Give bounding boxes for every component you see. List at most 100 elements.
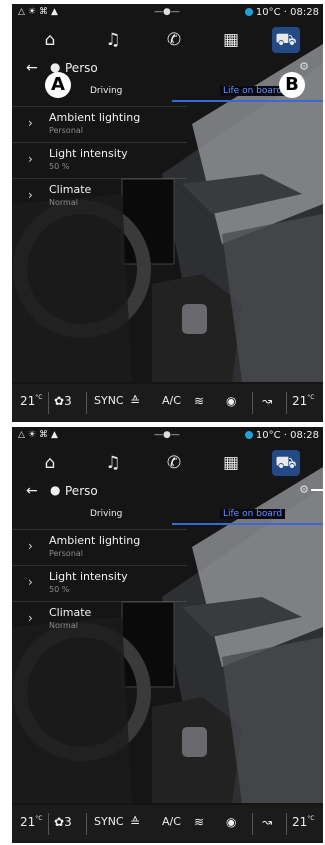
menu-item-value: Normal — [49, 198, 78, 207]
steering-heat-icon[interactable]: ◉ — [226, 394, 236, 408]
menu-item-value: Personal — [49, 549, 84, 558]
divider — [252, 392, 253, 414]
settings-menu: › Ambient lighting Personal › Light inte… — [12, 106, 187, 214]
menu-item-light-intensity[interactable]: › Light intensity 50 % — [12, 142, 187, 178]
home-icon[interactable]: ⌂ — [36, 450, 64, 476]
phone-icon[interactable]: ✆ — [160, 27, 188, 53]
clock: 08:28 — [290, 430, 319, 441]
tab-driving[interactable]: Driving — [90, 509, 122, 519]
gear-icon[interactable]: ⚙ — [299, 483, 309, 496]
chevron-right-icon: › — [28, 575, 33, 589]
sync-button[interactable]: SYNC — [94, 815, 124, 828]
menu-item-label: Ambient lighting — [49, 111, 141, 124]
fan-speed[interactable]: ✿3 — [54, 394, 72, 408]
person-icon: ● — [50, 483, 61, 497]
menu-item-value: 50 % — [49, 162, 70, 171]
car-icon[interactable]: ⛟ — [272, 450, 300, 476]
airflow-icon[interactable]: ↝ — [262, 815, 272, 829]
ac-button[interactable]: A/C — [162, 815, 181, 828]
tab-bar: Driving Life on board — [12, 509, 323, 529]
chevron-right-icon: › — [28, 539, 33, 553]
menu-item-label: Climate — [49, 606, 92, 619]
home-icon[interactable]: ⌂ — [36, 27, 64, 53]
menu-item-label: Light intensity — [49, 570, 128, 583]
callout-a: A — [45, 72, 71, 98]
divider — [48, 813, 49, 835]
tab-life-on-board[interactable]: Life on board — [220, 86, 286, 96]
chevron-right-icon: › — [28, 188, 33, 202]
infotainment-screen-bottom: △☀⌘▲ —●— 10°C · 08:28 ⌂ ♫ ✆ ▦ ⛟ ← ● Pers… — [12, 427, 323, 843]
rear-defrost-icon[interactable]: ≙ — [130, 394, 140, 408]
airflow-icon[interactable]: ↝ — [262, 394, 272, 408]
active-tab-indicator — [172, 523, 323, 525]
menu-item-value: 50 % — [49, 585, 70, 594]
header: ← ● Perso ⚙ — [12, 481, 323, 505]
outside-temperature: 10°C — [255, 7, 281, 18]
car-icon[interactable]: ⛟ — [272, 27, 300, 53]
menu-item-climate[interactable]: › Climate Normal — [12, 178, 187, 214]
divider — [86, 813, 87, 835]
menu-item-ambient-lighting[interactable]: › Ambient lighting Personal — [12, 106, 187, 142]
chevron-right-icon: › — [28, 116, 33, 130]
status-icons: △☀⌘▲ — [18, 7, 61, 17]
callout-b: B — [279, 72, 305, 98]
status-icons: △☀⌘▲ — [18, 430, 61, 440]
climate-bar: 21°C ✿3 SYNC ≙ A/C ≋ ◉ ↝ 21°C — [12, 384, 323, 422]
apps-icon[interactable]: ▦ — [217, 450, 245, 476]
settings-menu: › Ambient lighting Personal › Light inte… — [12, 529, 187, 637]
status-right: 10°C · 08:28 — [244, 430, 319, 441]
chevron-right-icon: › — [28, 152, 33, 166]
weather-icon — [244, 8, 253, 16]
divider — [86, 392, 87, 414]
infotainment-screen-top: △☀⌘▲ —●— 10°C · 08:28 ⌂ ♫ ✆ ▦ ⛟ ← ● Pers… — [12, 4, 323, 422]
ac-button[interactable]: A/C — [162, 394, 181, 407]
temperature-left[interactable]: 21°C — [20, 394, 42, 408]
rear-defrost-icon[interactable]: ≙ — [130, 815, 140, 829]
fan-speed[interactable]: ✿3 — [54, 815, 72, 829]
active-tab-indicator — [172, 100, 323, 102]
divider — [286, 813, 287, 835]
outside-temperature: 10°C — [255, 430, 281, 441]
divider — [252, 813, 253, 835]
climate-bar: 21°C ✿3 SYNC ≙ A/C ≋ ◉ ↝ 21°C — [12, 805, 323, 843]
weather-icon — [244, 431, 253, 439]
page-indicator: —●— — [154, 430, 180, 440]
music-icon[interactable]: ♫ — [99, 27, 127, 53]
gear-icon[interactable]: ⚙ — [299, 60, 309, 73]
menu-item-climate[interactable]: › Climate Normal — [12, 601, 187, 637]
divider — [48, 392, 49, 414]
divider — [286, 392, 287, 414]
main-nav: ⌂ ♫ ✆ ▦ ⛟ — [12, 24, 323, 56]
menu-item-label: Ambient lighting — [49, 534, 141, 547]
menu-item-light-intensity[interactable]: › Light intensity 50 % — [12, 565, 187, 601]
main-nav: ⌂ ♫ ✆ ▦ ⛟ — [12, 447, 323, 479]
temperature-right[interactable]: 21°C — [292, 815, 314, 829]
music-icon[interactable]: ♫ — [99, 450, 127, 476]
back-arrow-icon[interactable]: ← — [26, 483, 38, 499]
seat-heating-icon[interactable]: ≋ — [194, 815, 204, 829]
tab-driving[interactable]: Driving — [90, 86, 122, 96]
drawer-handle[interactable] — [311, 489, 323, 491]
steering-heat-icon[interactable]: ◉ — [226, 815, 236, 829]
seat-heating-icon[interactable]: ≋ — [194, 394, 204, 408]
menu-item-label: Light intensity — [49, 147, 128, 160]
status-bar: △☀⌘▲ —●— 10°C · 08:28 — [12, 4, 323, 22]
back-arrow-icon[interactable]: ← — [26, 60, 38, 76]
temperature-right[interactable]: 21°C — [292, 394, 314, 408]
menu-item-value: Personal — [49, 126, 84, 135]
apps-icon[interactable]: ▦ — [217, 27, 245, 53]
page-title: Perso — [65, 61, 98, 75]
menu-item-label: Climate — [49, 183, 92, 196]
tab-life-on-board[interactable]: Life on board — [220, 509, 286, 519]
clock: 08:28 — [290, 7, 319, 18]
menu-item-ambient-lighting[interactable]: › Ambient lighting Personal — [12, 529, 187, 565]
page-indicator: —●— — [154, 7, 180, 17]
page-title: Perso — [65, 484, 98, 498]
sync-button[interactable]: SYNC — [94, 394, 124, 407]
chevron-right-icon: › — [28, 611, 33, 625]
status-right: 10°C · 08:28 — [244, 7, 319, 18]
status-bar: △☀⌘▲ —●— 10°C · 08:28 — [12, 427, 323, 445]
phone-icon[interactable]: ✆ — [160, 450, 188, 476]
temperature-left[interactable]: 21°C — [20, 815, 42, 829]
menu-item-value: Normal — [49, 621, 78, 630]
